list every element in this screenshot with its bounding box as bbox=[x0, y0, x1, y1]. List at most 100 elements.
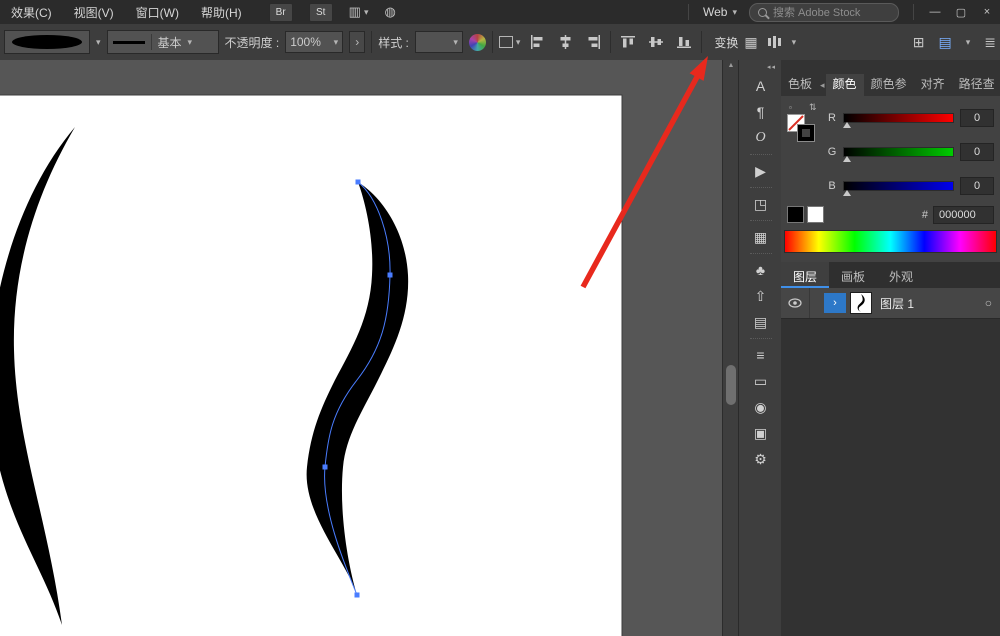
transform-panel-icon[interactable]: ▦ bbox=[739, 224, 782, 250]
white-swatch[interactable] bbox=[807, 206, 824, 223]
tab-color-guide[interactable]: 颜色参 bbox=[864, 74, 914, 96]
red-slider[interactable] bbox=[843, 113, 954, 123]
red-slider-handle[interactable] bbox=[843, 122, 851, 128]
minimize-button[interactable]: — bbox=[922, 0, 948, 24]
align-middle-vertical-button[interactable] bbox=[645, 31, 667, 53]
green-slider[interactable] bbox=[843, 147, 954, 157]
close-button[interactable]: × bbox=[974, 0, 1000, 24]
scroll-up-icon[interactable]: ▲ bbox=[723, 62, 739, 69]
paragraph-panel-icon[interactable]: ¶ bbox=[739, 99, 782, 125]
align-bottom-button[interactable] bbox=[673, 31, 695, 53]
anchor-point[interactable] bbox=[323, 465, 328, 470]
shape-builder-panel-icon[interactable]: ⇧ bbox=[739, 283, 782, 309]
opacity-input[interactable]: 100% ▾ bbox=[285, 31, 343, 53]
align-to-select[interactable]: ▾ bbox=[499, 36, 521, 48]
recolor-artwork-icon[interactable] bbox=[469, 34, 486, 51]
chevron-down-icon: ▾ bbox=[453, 37, 458, 48]
restore-button[interactable]: ▢ bbox=[948, 0, 974, 24]
anchor-point[interactable] bbox=[388, 273, 393, 278]
appearance-panel-icon[interactable]: ≡ bbox=[739, 342, 782, 368]
menu-bar: 效果(C) 视图(V) 窗口(W) 帮助(H) Br St ▥ ▾ ◍ Web … bbox=[0, 0, 1000, 25]
red-channel-label: R bbox=[827, 112, 837, 124]
green-slider-handle[interactable] bbox=[843, 156, 851, 162]
canvas-area[interactable] bbox=[0, 60, 722, 636]
opacity-more-button[interactable]: › bbox=[349, 31, 365, 53]
character-panel-icon[interactable]: A bbox=[739, 73, 782, 99]
align-left-button[interactable] bbox=[526, 31, 548, 53]
bridge-app-icon[interactable]: Br bbox=[269, 3, 293, 22]
navigator-panel-icon[interactable]: ◉ bbox=[739, 394, 782, 420]
fill-stroke-proxy[interactable]: ▫ ⇅ bbox=[785, 102, 825, 146]
tab-artboards[interactable]: 画板 bbox=[829, 262, 877, 288]
align-top-button[interactable] bbox=[617, 31, 639, 53]
transform-link[interactable]: 变换 bbox=[714, 34, 738, 51]
distribute-spacing-button[interactable] bbox=[764, 31, 786, 53]
tab-appearance[interactable]: 外观 bbox=[877, 262, 925, 288]
eye-icon bbox=[788, 298, 802, 308]
chevron-down-icon[interactable]: ▾ bbox=[96, 37, 101, 48]
transform-grid-icon[interactable]: ▦ bbox=[744, 34, 757, 51]
swap-fill-stroke-icon[interactable]: ⇅ bbox=[809, 102, 817, 113]
graphic-styles-panel-icon[interactable]: ▤ bbox=[739, 309, 782, 335]
green-channel-row: G 0 bbox=[827, 142, 994, 162]
chevron-down-icon[interactable]: ▾ bbox=[792, 37, 797, 48]
export-panel-icon[interactable]: ◳ bbox=[739, 191, 782, 217]
color-spectrum-bar[interactable] bbox=[784, 230, 997, 253]
green-value-input[interactable]: 0 bbox=[960, 143, 994, 161]
collapse-dock-button[interactable]: ◂◂ bbox=[767, 60, 782, 73]
right-panel-group: 色板 ◂ 颜色 颜色参 对齐 路径查 ▫ ⇅ R 0 G bbox=[781, 60, 1000, 636]
blue-value-input[interactable]: 0 bbox=[960, 177, 994, 195]
width-profile-select[interactable] bbox=[4, 30, 90, 54]
window-layout-icon: ▥ bbox=[349, 4, 361, 20]
red-value-input[interactable]: 0 bbox=[960, 109, 994, 127]
layers-empty-area[interactable] bbox=[781, 319, 1000, 636]
blue-slider-handle[interactable] bbox=[843, 190, 851, 196]
brushes-panel-icon[interactable]: ♣ bbox=[739, 257, 782, 283]
black-swatch[interactable] bbox=[787, 206, 804, 223]
default-swatches-icon[interactable]: ▫ bbox=[789, 103, 792, 112]
hex-value-input[interactable]: 000000 bbox=[933, 206, 994, 224]
layers-panel: 图层 画板 外观 › 图层 1 ○ bbox=[781, 262, 1000, 636]
blue-channel-row: B 0 bbox=[827, 176, 994, 196]
tab-align[interactable]: 对齐 bbox=[914, 74, 952, 96]
align-right-button[interactable] bbox=[582, 31, 604, 53]
tab-pathfinder[interactable]: 路径查 bbox=[952, 74, 1000, 96]
blue-slider[interactable] bbox=[843, 181, 954, 191]
adobe-stock-search-input[interactable]: 搜索 Adobe Stock bbox=[749, 3, 899, 22]
visibility-toggle[interactable] bbox=[781, 288, 810, 318]
expand-layer-button[interactable]: › bbox=[824, 293, 846, 313]
gpu-status-icon[interactable]: ◍ bbox=[385, 4, 396, 20]
layer-row[interactable]: › 图层 1 ○ bbox=[781, 288, 1000, 319]
tab-layers[interactable]: 图层 bbox=[781, 262, 829, 288]
symbols-panel-icon[interactable]: ▣ bbox=[739, 420, 782, 446]
anchor-point[interactable] bbox=[355, 593, 360, 598]
menu-effect[interactable]: 效果(C) bbox=[0, 0, 63, 24]
menu-help[interactable]: 帮助(H) bbox=[190, 0, 253, 24]
menu-view[interactable]: 视图(V) bbox=[63, 0, 125, 24]
layer-name[interactable]: 图层 1 bbox=[880, 295, 914, 312]
stroke-swatch[interactable] bbox=[798, 125, 814, 141]
layer-target-icon[interactable]: ○ bbox=[985, 296, 992, 310]
layer-thumbnail[interactable] bbox=[850, 292, 872, 314]
chevron-down-icon[interactable]: ▾ bbox=[966, 37, 971, 48]
dock-panels-icon[interactable]: ▤ bbox=[939, 34, 952, 51]
tab-color[interactable]: 颜色 bbox=[826, 74, 864, 96]
align-center-horizontal-button[interactable] bbox=[554, 31, 576, 53]
vertical-scrollbar[interactable]: ▲ bbox=[722, 60, 739, 636]
settings-panel-icon[interactable]: ⚙ bbox=[739, 446, 782, 472]
actions-panel-icon[interactable]: ▶ bbox=[739, 158, 782, 184]
style-select[interactable]: ▾ bbox=[415, 31, 463, 53]
tab-swatches[interactable]: 色板 bbox=[781, 74, 819, 96]
artboards-panel-icon[interactable]: ▭ bbox=[739, 368, 782, 394]
menu-window[interactable]: 窗口(W) bbox=[125, 0, 190, 24]
scrollbar-thumb[interactable] bbox=[726, 365, 736, 405]
brush-definition-select[interactable]: 基本 ▾ bbox=[107, 30, 219, 54]
control-bar-menu-icon[interactable]: ≣ bbox=[984, 34, 996, 51]
opentype-panel-icon[interactable]: O bbox=[739, 125, 782, 151]
stock-app-icon[interactable]: St bbox=[309, 3, 333, 22]
workspace-switcher[interactable]: Web ▾ bbox=[697, 5, 743, 19]
anchor-point[interactable] bbox=[356, 180, 361, 185]
arrange-documents-icon[interactable]: ▥ ▾ bbox=[349, 4, 369, 20]
grid-view-icon[interactable]: ⊞ bbox=[913, 34, 925, 51]
chevron-down-icon: ▾ bbox=[364, 7, 369, 18]
